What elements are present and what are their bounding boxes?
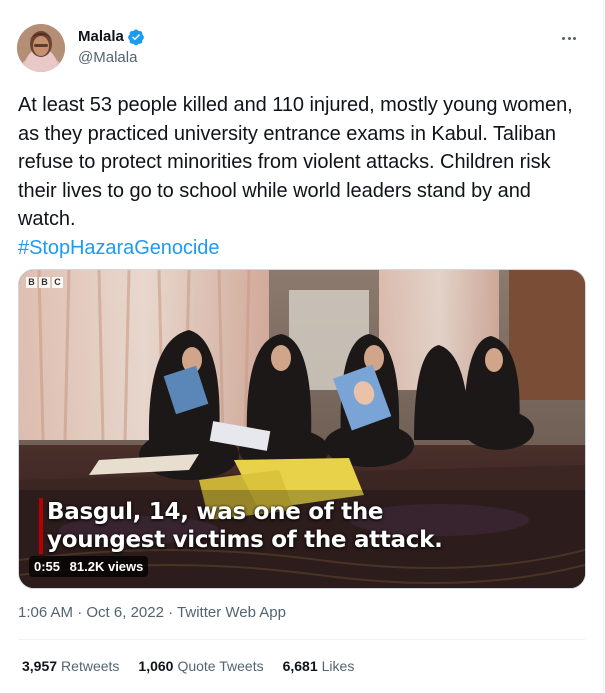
likes-stat[interactable]: 6,681 Likes [283, 656, 355, 676]
quote-tweets-label: Quote Tweets [177, 658, 264, 674]
caption-line-1: Basgul, 14, was one of the [47, 499, 384, 525]
bbc-logo-letter: B [26, 277, 37, 288]
tweet-meta: 1:06 AM · Oct 6, 2022 · Twitter Web App [18, 603, 286, 623]
video-duration: 0:55 [34, 559, 61, 574]
retweets-label: Retweets [61, 658, 120, 674]
tweet-stats: 3,957 Retweets 1,060 Quote Tweets 6,681 Lik… [22, 656, 373, 676]
retweets-stat[interactable]: 3,957 Retweets [22, 656, 119, 676]
verified-badge-icon [127, 28, 145, 46]
meta-separator: · [77, 604, 83, 621]
tweet-body: At least 53 people killed and 110 injure… [18, 94, 573, 230]
quote-tweets-count: 1,060 [138, 658, 174, 674]
tweet-date[interactable]: Oct 6, 2022 [86, 604, 164, 621]
video-views: 81.2K views [69, 559, 144, 574]
tweet-card: Malala @Malala At least 53 people killed… [0, 0, 604, 693]
caption-line-2: youngest victims of the attack. [47, 527, 443, 553]
video-caption: Basgul, 14, was one of the youngest vict… [39, 498, 443, 554]
tweet-source-app[interactable]: Twitter Web App [177, 604, 286, 621]
video-info-badge: 0:55 81.2K views [29, 556, 149, 577]
author-block: Malala @Malala [78, 27, 145, 68]
retweets-count: 3,957 [22, 658, 58, 674]
divider [18, 639, 585, 640]
more-options-icon[interactable] [557, 28, 581, 48]
author-name[interactable]: Malala [78, 27, 124, 47]
tweet-text: At least 53 people killed and 110 injure… [18, 91, 588, 262]
video-player[interactable]: B B C Basgul, 14, was one of the younges… [18, 269, 586, 589]
bbc-logo-letter: B [39, 277, 50, 288]
quote-tweets-stat[interactable]: 1,060 Quote Tweets [138, 656, 263, 676]
bbc-logo-letter: C [52, 277, 63, 288]
likes-count: 6,681 [282, 658, 318, 674]
likes-label: Likes [321, 658, 355, 674]
author-handle[interactable]: @Malala [78, 48, 145, 68]
avatar-image [17, 24, 65, 72]
meta-separator: · [168, 604, 174, 621]
author-name-row[interactable]: Malala [78, 27, 145, 47]
tweet-time[interactable]: 1:06 AM [18, 604, 73, 621]
bbc-logo: B B C [26, 277, 63, 288]
avatar[interactable] [17, 24, 65, 72]
hashtag-link[interactable]: #StopHazaraGenocide [18, 234, 588, 263]
